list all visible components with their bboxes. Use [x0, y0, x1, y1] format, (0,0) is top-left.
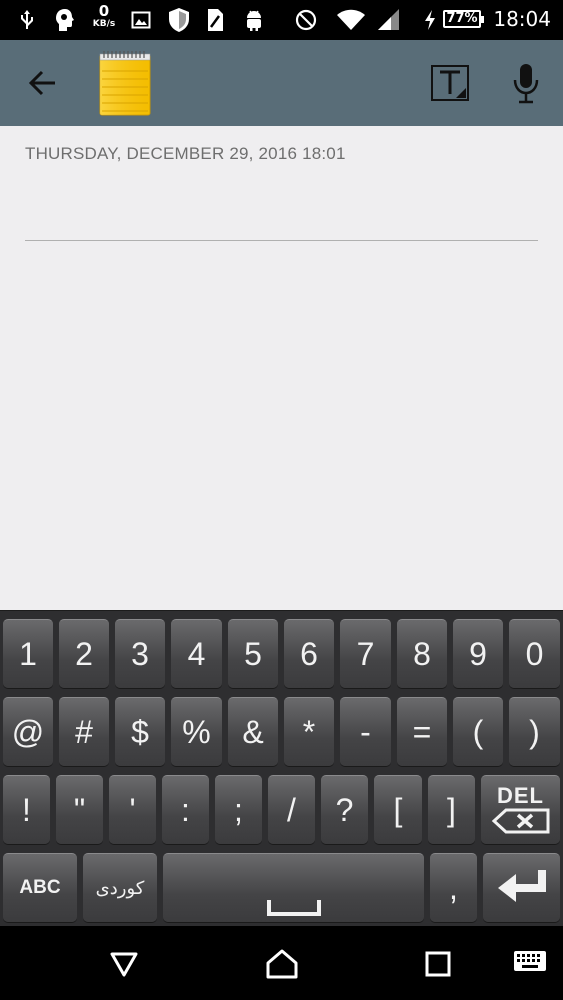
key-double-quote[interactable]: " — [56, 775, 103, 844]
key-close-paren[interactable]: ) — [509, 697, 560, 766]
key-8[interactable]: 8 — [397, 619, 447, 688]
key-colon[interactable]: : — [162, 775, 209, 844]
key-question[interactable]: ? — [321, 775, 368, 844]
delete-key[interactable]: DEL — [481, 775, 560, 844]
key-3[interactable]: 3 — [115, 619, 165, 688]
shield-icon — [166, 8, 192, 32]
key-0[interactable]: 0 — [509, 619, 560, 688]
key-hash[interactable]: # — [59, 697, 109, 766]
space-bar-icon — [266, 900, 321, 916]
sim-icon — [205, 8, 225, 32]
image-icon — [130, 8, 152, 32]
net-speed-unit: KB/s — [92, 19, 116, 29]
recents-icon[interactable] — [420, 948, 456, 980]
key-ampersand[interactable]: & — [228, 697, 278, 766]
note-editor[interactable]: THURSDAY, DECEMBER 29, 2016 18:01 — [0, 126, 563, 610]
comma-key[interactable]: , — [430, 853, 477, 922]
key-exclamation[interactable]: ! — [3, 775, 50, 844]
backspace-icon — [491, 808, 549, 834]
key-5[interactable]: 5 — [228, 619, 278, 688]
keyboard: 1 2 3 4 5 6 7 8 9 0 @ # $ % & * - = ( ) … — [0, 610, 563, 927]
battery-icon: 77% — [443, 10, 484, 28]
key-2[interactable]: 2 — [59, 619, 109, 688]
enter-key[interactable] — [483, 853, 560, 922]
key-slash[interactable]: / — [268, 775, 315, 844]
net-speed-value: 0 — [98, 2, 110, 20]
wifi-icon — [335, 8, 367, 32]
delete-key-label: DEL — [497, 783, 544, 808]
back-arrow-icon[interactable] — [26, 66, 60, 100]
abc-key[interactable]: ABC — [3, 853, 77, 922]
key-minus[interactable]: - — [340, 697, 391, 766]
note-title-underline — [25, 240, 538, 241]
home-icon[interactable] — [264, 948, 300, 980]
clock: 18:04 — [493, 7, 551, 31]
keyboard-icon[interactable] — [512, 946, 548, 978]
key-semicolon[interactable]: ; — [215, 775, 262, 844]
text-format-icon[interactable] — [430, 64, 470, 102]
note-date: THURSDAY, DECEMBER 29, 2016 18:01 — [25, 144, 346, 163]
key-equals[interactable]: = — [397, 697, 447, 766]
android-icon — [243, 8, 265, 32]
key-6[interactable]: 6 — [284, 619, 334, 688]
microphone-icon[interactable] — [510, 62, 542, 104]
key-asterisk[interactable]: * — [284, 697, 334, 766]
status-bar: 0 KB/s 77% 18:04 — [0, 0, 563, 40]
kurdish-language-key[interactable]: کوردی — [83, 853, 157, 922]
navigation-bar — [0, 926, 563, 1000]
key-dollar[interactable]: $ — [115, 697, 165, 766]
key-percent[interactable]: % — [171, 697, 222, 766]
notepad-icon — [98, 49, 152, 117]
enter-icon — [497, 870, 546, 902]
key-4[interactable]: 4 — [171, 619, 222, 688]
net-speed: 0 KB/s — [90, 4, 118, 29]
app-bar — [0, 40, 563, 126]
key-open-bracket[interactable]: [ — [374, 775, 422, 844]
brain-icon — [53, 8, 77, 32]
back-triangle-icon[interactable] — [106, 948, 142, 980]
charging-icon — [421, 8, 439, 32]
usb-icon — [16, 8, 38, 32]
key-9[interactable]: 9 — [453, 619, 503, 688]
signal-icon — [376, 8, 402, 32]
key-1[interactable]: 1 — [3, 619, 53, 688]
key-single-quote[interactable]: ' — [109, 775, 156, 844]
space-key[interactable] — [163, 853, 424, 922]
key-at[interactable]: @ — [3, 697, 53, 766]
do-not-disturb-icon — [294, 8, 318, 32]
key-7[interactable]: 7 — [340, 619, 391, 688]
key-close-bracket[interactable]: ] — [428, 775, 475, 844]
key-open-paren[interactable]: ( — [453, 697, 503, 766]
